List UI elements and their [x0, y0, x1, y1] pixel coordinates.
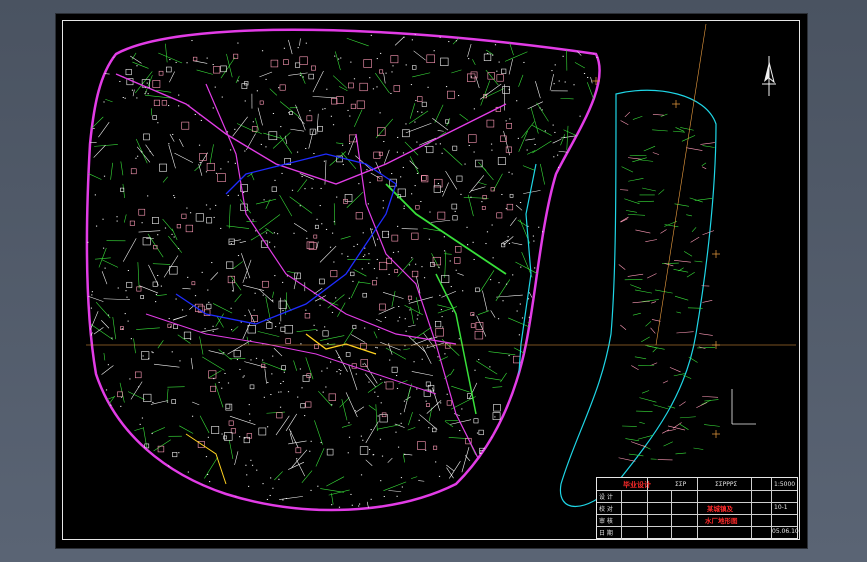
grid-line-diagonal — [655, 23, 707, 346]
topographic-map[interactable] — [56, 14, 807, 548]
north-arrow-icon — [762, 56, 776, 96]
title-heading: 毕业设计 — [623, 481, 651, 489]
sheet-value: 10-1 — [774, 504, 788, 511]
date-value: 05.06.10 — [772, 528, 799, 535]
xy-axis-icon — [731, 389, 756, 425]
label-date: 日 期 — [599, 530, 613, 537]
small-code: ΣΣΡ — [675, 481, 687, 488]
drawing-sheet: 毕业设计 ΣΣΡΡΡΣ ΣΣΡ 设 计 校 对 审 核 日 期 某城镇及 水厂地… — [56, 14, 807, 548]
cad-viewport[interactable]: 毕业设计 ΣΣΡΡΡΣ ΣΣΡ 设 计 校 对 审 核 日 期 某城镇及 水厂地… — [0, 0, 867, 562]
label-design: 设 计 — [599, 494, 613, 501]
scale-value: 1:5000 — [774, 481, 796, 488]
title-block: 毕业设计 ΣΣΡΡΡΣ ΣΣΡ 设 计 校 对 审 核 日 期 某城镇及 水厂地… — [596, 477, 799, 540]
drawing-number: ΣΣΡΡΡΣ — [715, 481, 738, 488]
map-linework — [86, 34, 600, 511]
project-name-line1: 某城镇及 — [707, 505, 733, 513]
label-check: 校 对 — [599, 506, 613, 513]
label-review: 审 核 — [599, 518, 613, 525]
project-name-line2: 水厂地形图 — [705, 517, 738, 525]
